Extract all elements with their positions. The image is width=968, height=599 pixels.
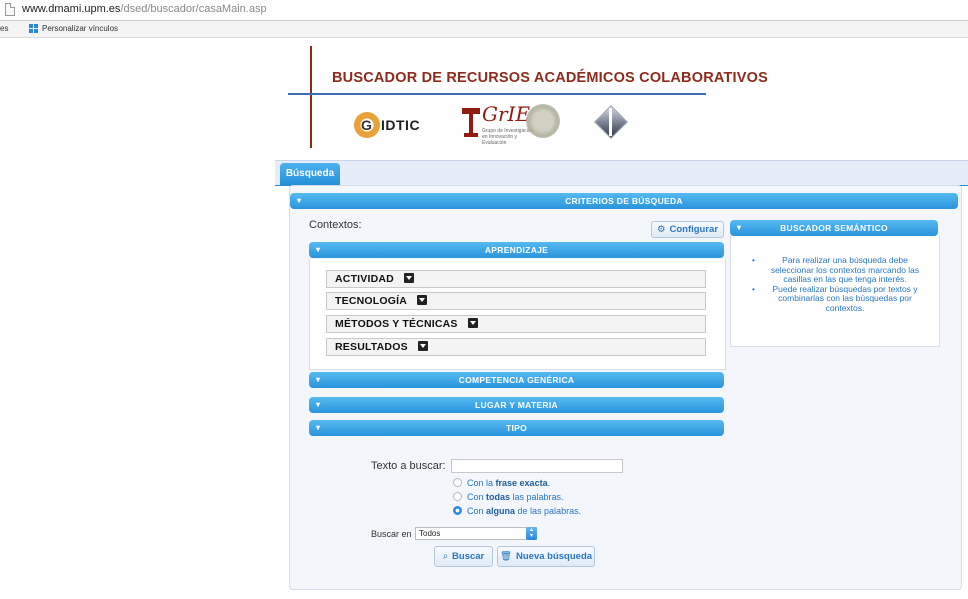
diamond-logo (593, 104, 629, 140)
caret-down-icon: ▾ (316, 423, 321, 432)
texto-a-buscar-label: Texto a buscar: (371, 460, 446, 472)
expand-arrow-icon[interactable] (417, 341, 428, 351)
buscar-en-value: Todos (419, 529, 441, 538)
url-text[interactable]: www.dmami.upm.es/dsed/buscador/casaMain.… (22, 3, 267, 15)
competencia-generica-label: COMPETENCIA GENÉRICA (458, 375, 575, 385)
context-item-label: RESULTADOS (335, 341, 408, 353)
radio-alguna[interactable]: Con alguna de las palabras. (453, 505, 581, 517)
tipo-label: TIPO (505, 423, 528, 433)
url-path: /dsed/buscador/casaMain.asp (120, 3, 267, 15)
gear-icon: ⚙ (656, 224, 666, 235)
caret-down-icon: ▾ (297, 196, 302, 205)
select-arrows-icon[interactable]: ▴ ▾ (526, 527, 537, 540)
nueva-busqueda-button[interactable]: 🗑 Nueva búsqueda (497, 546, 595, 567)
caret-down-icon: ▾ (316, 400, 321, 409)
gidtic-logo: G IDTIC (354, 108, 434, 142)
context-item-actividad[interactable]: ACTIVIDAD (326, 270, 706, 288)
bookmark-personalizar-vinculos[interactable]: Personalizar vínculos (42, 24, 118, 33)
address-bar[interactable]: www.dmami.upm.es/dsed/buscador/casaMain.… (0, 0, 968, 21)
radio-selected-icon[interactable] (453, 506, 462, 515)
gidtic-logo-text: IDTIC (381, 117, 421, 133)
lugar-materia-header[interactable]: ▾ LUGAR Y MATERIA (309, 397, 724, 413)
competencia-generica-header[interactable]: ▾ COMPETENCIA GENÉRICA (309, 372, 724, 388)
buscar-button[interactable]: ⌕ Buscar (434, 546, 493, 567)
criterios-header[interactable]: ▾ CRITERIOS DE BÚSQUEDA (290, 193, 958, 209)
caret-down-icon: ▾ (737, 223, 742, 232)
tipo-header[interactable]: ▾ TIPO (309, 420, 724, 436)
grie-logo-text: GrIE (482, 102, 531, 126)
expand-arrow-icon[interactable] (403, 273, 414, 283)
contextos-label: Contextos: (309, 219, 362, 231)
site-header: BUSCADOR DE RECURSOS ACADÉMICOS COLABORA… (288, 46, 768, 148)
nueva-busqueda-label: Nueva búsqueda (516, 551, 593, 562)
semantic-tip: Puede realizar búsquedas por textos y co… (748, 284, 928, 314)
expand-arrow-icon[interactable] (417, 295, 427, 305)
configurar-label: Configurar (669, 224, 719, 235)
buscador-semantico-label: BUSCADOR SEMÁNTICO (780, 223, 888, 233)
page-title: BUSCADOR DE RECURSOS ACADÉMICOS COLABORA… (332, 70, 768, 86)
aprendizaje-header[interactable]: ▾ APRENDIZAJE (309, 242, 724, 258)
radio-icon[interactable] (453, 478, 462, 487)
context-item-label: MÉTODOS Y TÉCNICAS (335, 318, 458, 330)
buscar-label: Buscar (452, 551, 485, 562)
gidtic-logo-g: G (361, 117, 372, 133)
header-horizontal-rule (288, 93, 706, 95)
bookmarks-bar: es Personalizar vínculos (0, 21, 968, 38)
buscador-semantico-header[interactable]: ▾ BUSCADOR SEMÁNTICO (730, 220, 938, 236)
context-item-label: TECNOLOGÍA (335, 295, 407, 307)
header-vertical-rule (310, 46, 312, 148)
radio-todas[interactable]: Con todas las palabras. (453, 491, 564, 503)
radio-frase-exacta[interactable]: Con la frase exacta. (453, 477, 550, 489)
trash-icon: 🗑 (499, 551, 513, 562)
context-item-label: ACTIVIDAD (335, 273, 394, 285)
criterios-header-label: CRITERIOS DE BÚSQUEDA (565, 196, 683, 206)
seal-icon (526, 104, 560, 138)
context-item-tecnologia[interactable]: TECNOLOGÍA (326, 292, 706, 310)
expand-arrow-icon[interactable] (467, 318, 478, 328)
buscar-en-label: Buscar en (371, 529, 412, 539)
bookmark-truncated[interactable]: es (0, 24, 8, 33)
buscar-en-select[interactable]: Todos ▴ ▾ (415, 527, 537, 540)
context-item-resultados[interactable]: RESULTADOS (326, 338, 706, 356)
search-input[interactable] (451, 459, 623, 473)
search-icon: ⌕ (442, 551, 449, 562)
context-item-metodos[interactable]: MÉTODOS Y TÉCNICAS (326, 315, 706, 333)
tabs-bar: Búsqueda (275, 160, 968, 186)
caret-down-icon: ▾ (316, 375, 321, 384)
semantic-tip: Para realizar una búsqueda debe seleccio… (748, 255, 928, 285)
chalice-icon (462, 102, 480, 140)
semantic-tips: Para realizar una búsqueda debe seleccio… (748, 255, 928, 314)
lugar-materia-label: LUGAR Y MATERIA (475, 400, 558, 410)
windows-icon (29, 24, 38, 33)
configurar-button[interactable]: ⚙ Configurar (651, 221, 724, 238)
page-icon (5, 3, 15, 16)
radio-icon[interactable] (453, 492, 462, 501)
aprendizaje-header-label: APRENDIZAJE (484, 245, 549, 255)
tab-busqueda[interactable]: Búsqueda (280, 163, 340, 185)
url-host: www.dmami.upm.es (22, 3, 121, 15)
grie-logo: GrIE Grupo de Investigación en Innovació… (462, 102, 566, 146)
caret-down-icon: ▾ (316, 245, 321, 254)
